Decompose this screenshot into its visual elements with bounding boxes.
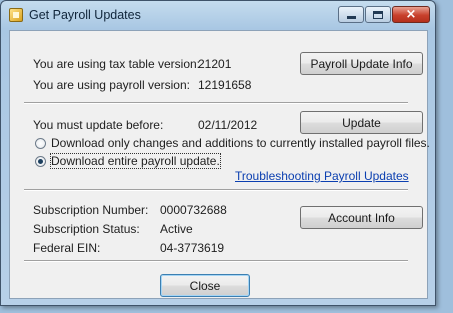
federal-ein-value: 04-3773619 — [160, 241, 225, 255]
subscription-status-label: Subscription Status: — [33, 222, 140, 236]
close-icon: × — [405, 7, 417, 22]
payroll-app-icon — [9, 8, 23, 22]
close-button[interactable]: Close — [160, 274, 250, 297]
close-window-button[interactable]: × — [392, 6, 430, 23]
window-title: Get Payroll Updates — [29, 8, 141, 22]
update-deadline-label: You must update before: — [33, 118, 164, 132]
minimize-button[interactable] — [338, 6, 364, 23]
dialog-body: You are using tax table version: 21201 Y… — [9, 30, 430, 299]
title-bar[interactable]: Get Payroll Updates × — [1, 1, 435, 29]
tax-table-version-value: 21201 — [198, 57, 232, 71]
account-info-button-label: Account Info — [328, 210, 395, 225]
separator — [24, 102, 408, 104]
subscription-number-label: Subscription Number: — [33, 203, 149, 217]
tax-table-version-label: You are using tax table version: — [33, 57, 200, 71]
download-entire-label[interactable]: Download entire payroll update. — [50, 153, 221, 169]
update-deadline-value: 02/11/2012 — [198, 118, 258, 132]
update-button[interactable]: Update — [300, 111, 423, 134]
troubleshooting-link[interactable]: Troubleshooting Payroll Updates — [235, 169, 409, 183]
payroll-version-value: 12191658 — [198, 78, 252, 92]
separator — [24, 189, 408, 191]
payroll-updates-window: Get Payroll Updates × You are using tax … — [0, 0, 436, 306]
subscription-status-value: Active — [160, 222, 193, 236]
minimize-icon — [346, 16, 356, 19]
download-entire-radio[interactable] — [35, 156, 46, 167]
account-info-button[interactable]: Account Info — [300, 206, 423, 229]
payroll-update-info-button[interactable]: Payroll Update Info — [300, 52, 423, 75]
payroll-update-info-button-label: Payroll Update Info — [310, 56, 413, 71]
download-changes-radio[interactable] — [35, 138, 46, 149]
federal-ein-label: Federal EIN: — [33, 241, 101, 255]
subscription-number-value: 0000732688 — [160, 203, 227, 217]
close-button-label: Close — [189, 278, 221, 293]
payroll-version-label: You are using payroll version: — [33, 78, 190, 92]
update-button-label: Update — [342, 115, 381, 130]
download-changes-label[interactable]: Download only changes and additions to c… — [51, 136, 430, 150]
maximize-icon — [373, 10, 383, 19]
separator — [24, 260, 408, 262]
maximize-button[interactable] — [365, 6, 391, 23]
